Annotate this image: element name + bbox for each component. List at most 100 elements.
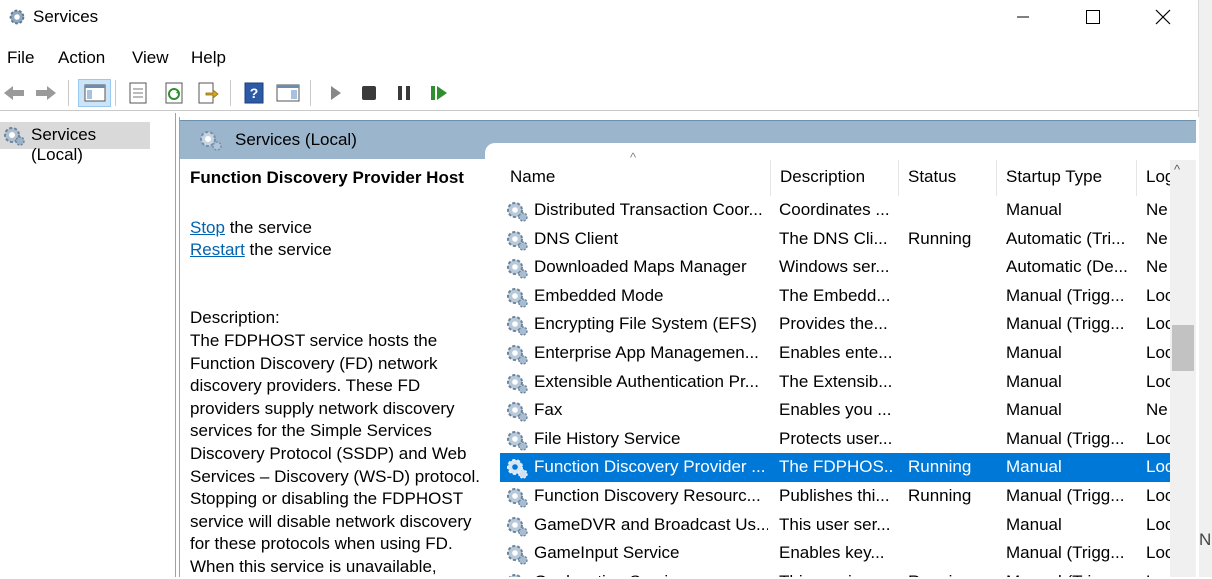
restart-service-action: Restart the service [190, 240, 332, 260]
menu-action[interactable]: Action [58, 48, 105, 68]
service-row[interactable]: DNS Client The DNS Cli... Running Automatic… [500, 225, 1170, 254]
service-row[interactable]: Enterprise App Managemen... Enables ente.… [500, 339, 1170, 368]
service-log-on-as-cell: Loc [1146, 486, 1170, 505]
service-name-cell: Fax [534, 400, 563, 420]
stop-service-icon [362, 86, 376, 100]
service-log-on-as-cell: Loc [1146, 543, 1170, 563]
service-row[interactable]: GameDVR and Broadcast Us... This user ser… [500, 511, 1170, 540]
service-gear-icon [507, 287, 528, 308]
properties-icon [129, 82, 147, 104]
service-row[interactable]: Encrypting File System (EFS) Provides the… [500, 310, 1170, 339]
stop-link[interactable]: Stop [190, 218, 225, 237]
toolbar-separator [68, 80, 69, 106]
resume-service-button[interactable] [425, 79, 453, 107]
service-row[interactable]: Function Discovery Resourc... Publishes t… [500, 482, 1170, 511]
column-divider[interactable] [898, 160, 899, 196]
service-description-cell: Provides the... [779, 314, 888, 334]
service-row[interactable]: Embedded Mode The Embedd... Manual (Trigg.… [500, 282, 1170, 311]
service-row[interactable]: Distributed Transaction Coor... Coordinat… [500, 196, 1170, 225]
forward-button[interactable] [32, 79, 60, 107]
restart-link[interactable]: Restart [190, 240, 245, 259]
standard-tab-area [485, 143, 1196, 159]
service-name-cell: Function Discovery Provider ... [534, 457, 766, 477]
column-header-description[interactable]: Description [780, 167, 865, 187]
service-gear-icon [507, 402, 528, 422]
service-row[interactable]: Function Discovery Provider ... The FDPHO… [500, 453, 1170, 482]
service-startup-type-cell: Manual (Trigg... [1006, 314, 1125, 334]
service-description-cell: Coordinates ... [779, 200, 890, 219]
service-name-cell: Embedded Mode [534, 285, 664, 305]
show-hide-action-pane-icon [276, 84, 300, 102]
service-description-cell: Protects user... [779, 428, 893, 448]
service-name-cell: GameDVR and Broadcast Us... [534, 514, 768, 534]
service-name-cell: DNS Client [534, 228, 619, 248]
service-startup-type-cell: Automatic (De... [1006, 257, 1128, 277]
service-log-on-as-cell: Ne [1146, 257, 1168, 277]
forward-arrow-icon [36, 86, 56, 100]
service-row[interactable]: File History Service Protects user... Manu… [500, 425, 1170, 454]
back-button[interactable] [0, 79, 28, 107]
refresh-button[interactable] [160, 79, 188, 107]
service-startup-type-cell: Manual (Trigg... [1006, 572, 1136, 577]
column-divider[interactable] [1136, 160, 1137, 196]
start-service-button[interactable] [322, 79, 350, 107]
export-list-icon [198, 82, 219, 104]
column-header-status[interactable]: Status [908, 167, 956, 187]
service-log-on-as-cell: Loc [1146, 371, 1170, 391]
service-status-cell: Running [908, 486, 972, 505]
scrollbar-thumb[interactable] [1172, 325, 1194, 371]
maximize-button[interactable] [1070, 0, 1116, 34]
service-description-cell: Enables key... [779, 543, 885, 563]
service-name-cell: Function Discovery Resourc... [534, 486, 761, 505]
service-row[interactable]: Extensible Authentication Pr... The Exten… [500, 368, 1170, 397]
toolbar-separator [310, 80, 311, 106]
menu-file[interactable]: File [7, 48, 34, 68]
service-startup-type-cell: Manual (Trigg... [1006, 486, 1125, 505]
column-header-name[interactable]: Name [510, 167, 555, 187]
service-startup-type-cell: Manual [1006, 400, 1062, 420]
service-name-cell: Downloaded Maps Manager [534, 257, 747, 277]
service-row[interactable]: Fax Enables you ... Manual Ne [500, 396, 1170, 425]
column-header-startup-type[interactable]: Startup Type [1006, 167, 1102, 187]
service-name-cell: File History Service [534, 428, 681, 448]
refresh-icon [165, 82, 183, 104]
export-list-button[interactable] [194, 79, 222, 107]
service-row[interactable]: Geolocation Service This service ... Runni… [500, 568, 1170, 577]
description-line: services for the Simple Services [190, 421, 432, 441]
service-description-cell: The DNS Cli... [779, 228, 888, 248]
service-description-cell: Enables ente... [779, 343, 893, 362]
service-gear-icon [507, 516, 528, 537]
stop-service-action: Stop the service [190, 218, 312, 238]
description-line: Discovery Protocol (SSDP) and Web [190, 443, 467, 463]
menu-help[interactable]: Help [191, 48, 226, 68]
menu-view[interactable]: View [132, 48, 169, 68]
console-tree: Services (Local) [0, 113, 176, 577]
description-line: When this service is unavailable, [190, 556, 437, 576]
service-description-cell: This user ser... [779, 514, 891, 534]
description-line: Services – Discovery (WS-D) protocol. [190, 466, 481, 486]
tree-item-services-local[interactable]: Services (Local) [0, 122, 150, 164]
service-startup-type-cell: Automatic (Tri... [1006, 228, 1126, 248]
description-line: service will disable network discovery [190, 511, 472, 531]
service-description-cell: The Extensib... [779, 371, 893, 391]
column-divider[interactable] [770, 160, 771, 196]
menu-bar: File Action View Help [0, 44, 1198, 70]
service-startup-type-cell: Manual [1006, 514, 1062, 534]
show-hide-console-tree-button[interactable] [78, 79, 111, 107]
service-log-on-as-cell: Loc [1146, 285, 1170, 305]
pause-service-button[interactable] [390, 79, 418, 107]
service-description-cell: Enables you ... [779, 400, 892, 420]
column-header-log-on-as[interactable]: Log [1146, 167, 1170, 187]
show-hide-action-pane-button[interactable] [274, 79, 302, 107]
maximize-icon [1086, 10, 1100, 24]
stop-service-button[interactable] [355, 79, 383, 107]
scroll-up-arrow[interactable]: ^ [1174, 162, 1180, 177]
close-button[interactable] [1140, 0, 1186, 34]
column-divider[interactable] [996, 160, 997, 196]
service-row[interactable]: Downloaded Maps Manager Windows ser... Aut… [500, 253, 1170, 282]
help-button[interactable]: ? [240, 79, 268, 107]
service-startup-type-cell: Manual [1006, 457, 1062, 477]
minimize-button[interactable] [1000, 0, 1046, 34]
properties-button[interactable] [124, 79, 152, 107]
service-row[interactable]: GameInput Service Enables key... Manual (T… [500, 539, 1170, 568]
